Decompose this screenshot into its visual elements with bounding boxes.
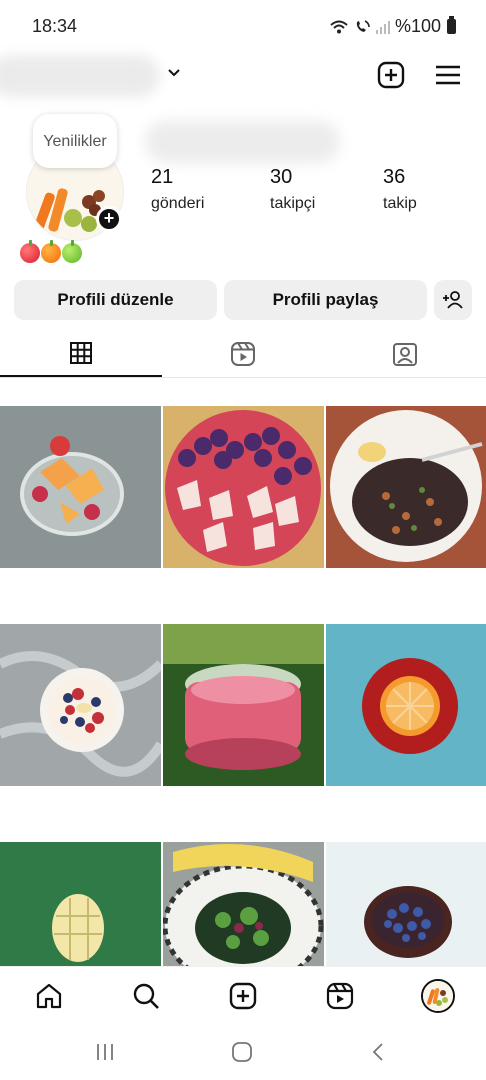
- post-thumbnail[interactable]: [0, 624, 161, 786]
- create-icon[interactable]: [228, 981, 258, 1011]
- add-story-icon[interactable]: +: [96, 206, 122, 232]
- status-icons: %100: [329, 16, 456, 37]
- chevron-down-icon[interactable]: [166, 64, 182, 80]
- stat-following-label: takip: [383, 195, 417, 212]
- profile-header: Yenilikler + 21 gönderi 30 takipçi 36 ta…: [0, 108, 486, 241]
- stat-followers[interactable]: 30 takipçi: [270, 166, 315, 213]
- post-thumbnail[interactable]: [163, 406, 324, 568]
- home-button-icon[interactable]: [230, 1040, 254, 1064]
- tab-posts-grid[interactable]: [0, 330, 162, 377]
- profile-actions: Profili düzenle Profili paylaş: [0, 280, 486, 322]
- battery-text: %100: [394, 16, 441, 36]
- note-bubble[interactable]: Yenilikler: [33, 114, 117, 168]
- share-profile-button[interactable]: Profili paylaş: [224, 280, 427, 320]
- post-thumbnail[interactable]: [326, 406, 486, 568]
- post-thumbnail[interactable]: [0, 406, 161, 568]
- home-icon[interactable]: [34, 981, 64, 1011]
- stat-following[interactable]: 36 takip: [383, 166, 417, 213]
- bottom-nav: [0, 966, 486, 1024]
- reels-icon[interactable]: [325, 981, 355, 1011]
- bio-emojis: [20, 240, 82, 263]
- search-icon[interactable]: [131, 981, 161, 1011]
- edit-profile-button[interactable]: Profili düzenle: [14, 280, 217, 320]
- system-nav-bar: [0, 1024, 486, 1080]
- battery-icon: [447, 16, 456, 34]
- reels-icon: [231, 341, 255, 366]
- tab-reels[interactable]: [162, 330, 324, 377]
- profile-avatar-nav[interactable]: [421, 979, 455, 1013]
- stat-posts-label: gönderi: [151, 195, 205, 212]
- back-icon[interactable]: [367, 1040, 391, 1064]
- tab-tagged[interactable]: [324, 330, 486, 377]
- recent-apps-icon[interactable]: [93, 1040, 117, 1064]
- grid-icon: [70, 341, 92, 364]
- add-person-icon: [443, 291, 463, 309]
- stat-followers-label: takipçi: [270, 195, 316, 212]
- menu-icon[interactable]: [433, 60, 463, 90]
- stat-followers-count: 30: [270, 166, 293, 188]
- post-thumbnail[interactable]: [163, 624, 324, 786]
- status-time: 18:34: [32, 16, 78, 36]
- stat-posts-count: 21: [151, 166, 174, 188]
- red-apple-icon: [20, 240, 40, 263]
- orange-icon: [41, 240, 61, 263]
- stat-posts[interactable]: 21 gönderi: [151, 166, 204, 213]
- username-blurred[interactable]: [0, 55, 160, 97]
- display-name-blurred: [145, 121, 340, 163]
- post-thumbnail[interactable]: [326, 624, 486, 786]
- top-bar: [0, 52, 486, 102]
- volte-icon: [356, 19, 370, 32]
- discover-people-button[interactable]: [434, 280, 472, 320]
- add-post-icon[interactable]: [376, 60, 406, 90]
- stat-following-count: 36: [383, 166, 406, 188]
- status-bar: 18:34 %100: [0, 0, 486, 52]
- profile-tabs: [0, 330, 486, 378]
- wifi-icon: [330, 20, 348, 33]
- signal-icon: [375, 20, 390, 34]
- tagged-icon: [393, 342, 417, 366]
- green-apple-icon: [62, 240, 82, 263]
